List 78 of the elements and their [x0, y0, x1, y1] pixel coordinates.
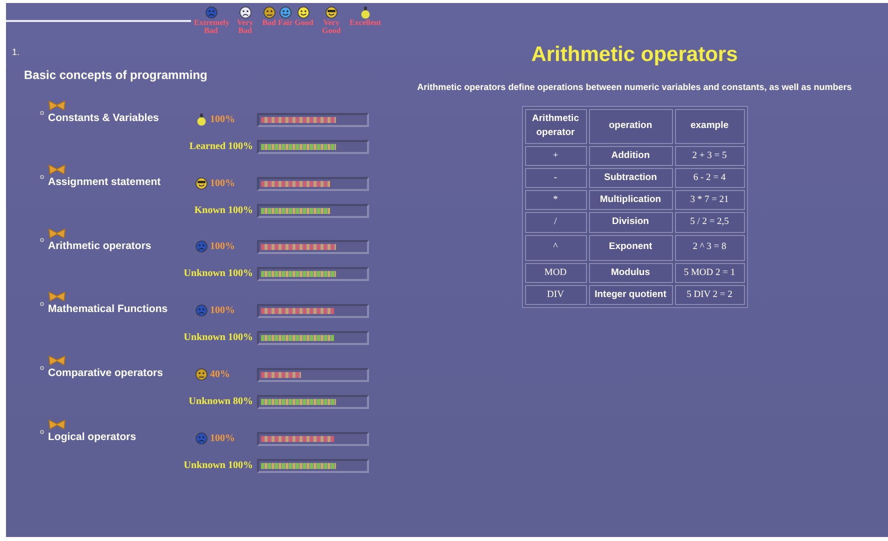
table-cell: Subtraction: [588, 168, 672, 188]
table-cell: ^: [524, 234, 586, 260]
table-cell: 5 DIV 2 = 2: [674, 284, 744, 305]
table-cell: +: [524, 146, 586, 166]
ornament-icon: [48, 99, 66, 111]
table-cell: 3 * 7 = 21: [674, 190, 744, 210]
rating-label: Fair: [278, 19, 293, 27]
table-cell: DIV: [524, 284, 586, 305]
rating-percent: 100%: [210, 304, 235, 318]
table-cell: Integer quotient: [588, 284, 672, 305]
table-cell: Division: [588, 212, 672, 232]
ornament-icon: [48, 418, 66, 430]
table-cell: 2 + 3 = 5: [674, 146, 744, 166]
face-icon: [324, 6, 338, 19]
table-cell: Modulus: [588, 262, 672, 283]
face-icon: [262, 6, 276, 19]
rating-label: Very Good: [321, 19, 342, 35]
status-label: Known 100%: [194, 204, 253, 218]
bullet-icon: [40, 238, 44, 242]
ornament-icon: [48, 162, 66, 175]
flask-icon: [358, 6, 372, 19]
list-number: 1.: [12, 47, 20, 57]
column-header: Arithmetic operator: [524, 109, 586, 144]
column-header: operation: [588, 109, 672, 144]
table-cell: /: [524, 212, 586, 232]
face-icon: [297, 6, 310, 19]
slide-subtitle: Arithmetic operators define operations between numeric variables and constants, as well as numbers: [417, 80, 852, 94]
topic-title: Logical operators: [48, 430, 136, 445]
rating-label: Bad: [262, 19, 276, 27]
rating-percent: 100%: [210, 176, 235, 190]
slide-title: Arithmetic operators: [531, 42, 738, 68]
status-label: Unknown 100%: [184, 267, 253, 282]
rating-label: Very Bad: [236, 19, 254, 35]
status-label: Unknown 80%: [188, 394, 253, 409]
topic-title: Mathematical Functions: [48, 302, 168, 318]
section-title: Basic concepts of programming: [24, 67, 208, 84]
column-header: example: [674, 109, 744, 144]
rating-percent: 100%: [210, 432, 235, 446]
table-cell: *: [524, 190, 586, 210]
table-cell: 2 ^ 3 = 8: [674, 234, 744, 260]
rating-percent: 100%: [210, 240, 235, 254]
table-cell: 5 / 2 = 2,5: [674, 212, 744, 232]
face-icon: [238, 6, 252, 19]
topic-title: Comparative operators: [48, 366, 163, 381]
bullet-icon: [40, 302, 44, 306]
status-label: Unknown 100%: [184, 331, 253, 345]
face-icon: [195, 368, 208, 381]
bullet-icon: [40, 174, 44, 178]
table-cell: 5 MOD 2 = 1: [674, 262, 744, 283]
status-label: Learned 100%: [189, 140, 253, 154]
rating-percent: 100%: [210, 112, 235, 127]
status-label: Unknown 100%: [184, 458, 253, 472]
face-icon: [195, 304, 208, 317]
ornament-icon: [48, 290, 66, 302]
rating-label: Good: [294, 19, 314, 27]
face-icon: [278, 6, 292, 19]
bullet-icon: [40, 366, 44, 370]
rating-label: Extremely Bad: [194, 19, 228, 35]
face-icon: [195, 240, 208, 254]
face-icon: [195, 176, 208, 190]
table-cell: Multiplication: [588, 190, 672, 210]
table-cell: -: [524, 168, 586, 188]
table-cell: Exponent: [588, 234, 672, 260]
table-cell: 6 - 2 = 4: [674, 168, 744, 188]
flask-icon: [195, 112, 208, 126]
table-cell: MOD: [524, 262, 586, 283]
bullet-icon: [40, 430, 44, 434]
bullet-icon: [40, 110, 44, 115]
face-icon: [204, 6, 218, 19]
ornament-icon: [48, 226, 66, 238]
rating-label: Excellent: [349, 19, 381, 27]
topic-title: Arithmetic operators: [48, 238, 152, 254]
ornament-icon: [48, 354, 66, 366]
face-icon: [195, 432, 208, 444]
topic-title: Assignment statement: [48, 174, 161, 190]
rating-percent: 40%: [210, 368, 230, 382]
topic-title: Constants & Variables: [48, 111, 159, 126]
table-cell: Addition: [588, 146, 672, 166]
